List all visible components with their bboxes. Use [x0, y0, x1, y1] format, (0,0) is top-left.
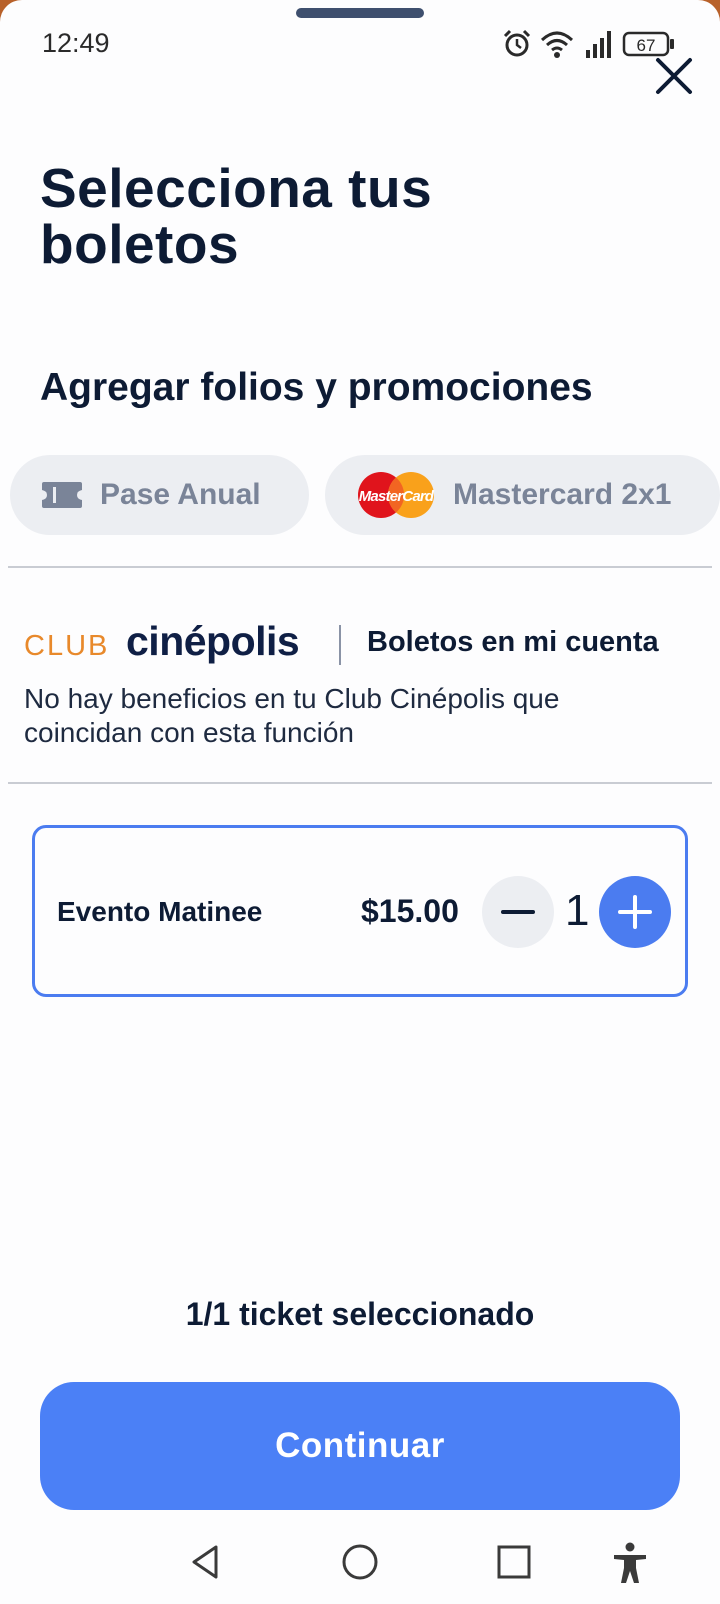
ticket-icon [42, 482, 82, 508]
ticket-name: Evento Matinee [57, 896, 263, 927]
alarm-icon [503, 29, 531, 57]
selection-summary: 1/1 ticket seleccionado [185, 1296, 535, 1332]
divider [8, 566, 712, 568]
bottom-sheet: 12:49 67 Selecciona tus boletos Agregar … [0, 0, 720, 1604]
recents-icon[interactable] [494, 1542, 534, 1582]
mastercard-chip[interactable]: MasterCard Mastercard 2x1 [325, 455, 720, 535]
wifi-icon [540, 31, 574, 58]
cinepolis-logo-text: cinépolis [126, 618, 300, 664]
continue-label: Continuar [275, 1426, 445, 1465]
divider [8, 782, 712, 784]
annual-pass-chip[interactable]: Pase Anual [10, 455, 309, 535]
close-button[interactable] [650, 52, 698, 100]
increase-quantity-button[interactable] [599, 876, 671, 948]
back-icon[interactable] [186, 1542, 226, 1582]
club-message: No hay beneficios en tu Club Cinépolis q… [24, 683, 560, 748]
drag-handle[interactable] [296, 8, 424, 18]
svg-text:MasterCard: MasterCard [359, 488, 435, 505]
club-logo-text: CLUB [24, 630, 110, 662]
status-time: 12:49 [42, 28, 110, 58]
mastercard-logo: MasterCard [358, 472, 435, 518]
continue-button[interactable]: Continuar [40, 1382, 680, 1510]
promotions-heading: Agregar folios y promociones [40, 366, 593, 409]
ticket-card: Evento Matinee $15.00 1 [32, 825, 688, 997]
ticket-price: $15.00 [361, 893, 459, 929]
plus-icon [618, 895, 652, 929]
club-separator [339, 625, 341, 665]
home-icon[interactable] [340, 1542, 380, 1582]
minus-icon [501, 910, 535, 914]
quantity-value: 1 [565, 886, 590, 935]
account-tickets-link[interactable]: Boletos en mi cuenta [367, 626, 659, 659]
accessibility-icon[interactable] [610, 1542, 650, 1584]
signal-icon [586, 31, 611, 58]
close-icon [656, 58, 692, 94]
mastercard-label: Mastercard 2x1 [453, 478, 672, 511]
decrease-quantity-button[interactable] [482, 876, 554, 948]
page-title: Selecciona tus boletos [40, 157, 433, 275]
annual-pass-label: Pase Anual [100, 478, 261, 511]
system-nav-bar [0, 1530, 720, 1600]
